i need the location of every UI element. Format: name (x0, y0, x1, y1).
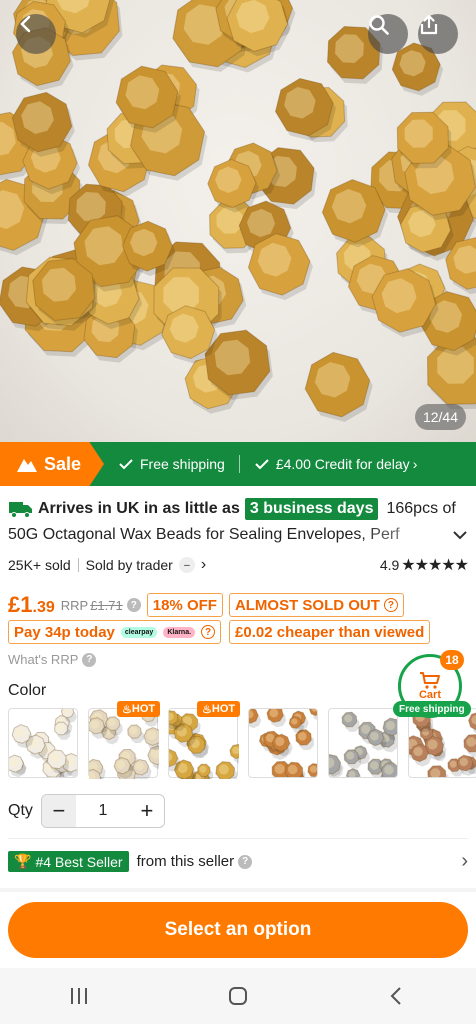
swatch-beads-image (83, 707, 170, 792)
flame-icon: ♨ (122, 703, 132, 716)
swatch-beads-image (249, 709, 317, 777)
back-button[interactable] (16, 14, 56, 54)
color-swatch-pearl[interactable]: ♨ HOT (83, 701, 170, 792)
rating[interactable]: 4.9 ★★★★★ (379, 555, 469, 575)
title-text: 166pcs of (386, 500, 456, 517)
increase-button[interactable]: + (130, 795, 164, 827)
check-icon (119, 459, 133, 470)
sold-count: 25K+ sold (8, 557, 71, 573)
color-swatch-copper[interactable] (248, 708, 318, 778)
divider (238, 455, 240, 473)
star-icons: ★★★★★ (401, 557, 469, 574)
discount-badge: 18% OFF (146, 593, 223, 617)
info-icon: ? (82, 652, 97, 667)
pay-later-badge[interactable]: Pay 34p today clearpay Klarna. ? (8, 620, 222, 644)
decrease-button[interactable]: − (41, 795, 76, 827)
cart-icon (420, 672, 440, 689)
trophy-icon: 🏆 (14, 853, 32, 869)
cart-free-shipping-badge: Free shipping (393, 701, 471, 717)
chevron-down-icon[interactable] (452, 529, 468, 541)
product-image[interactable]: 12/44 (0, 0, 476, 442)
price-row: £1.39 RRP £1.71 ? 18% OFF ALMOST SOLD OUT… (8, 592, 468, 618)
quantity-stepper[interactable]: − 1 + (40, 794, 165, 828)
image-counter: 12/44 (414, 404, 466, 430)
klarna-logo: Klarna. (163, 626, 196, 638)
chevron-right-icon: › (412, 456, 418, 472)
info-icon: ? (383, 598, 398, 612)
swatch-beads-image (9, 709, 77, 777)
seller-avatar: – (178, 557, 195, 573)
credit-text: £4.00 Credit for delay (275, 456, 410, 472)
free-shipping-text: Free shipping (140, 456, 225, 472)
whats-rrp-link[interactable]: What's RRP ? (8, 652, 468, 667)
quantity-value[interactable]: 1 (76, 802, 130, 820)
chevron-right-icon: › (461, 850, 468, 872)
product-meta: 25K+ sold Sold by trader – › 4.9 ★★★★★ (8, 555, 469, 575)
flame-icon: ♨ (202, 703, 212, 716)
sale-tag: Sale (0, 442, 104, 486)
sale-mountain-icon (17, 459, 37, 472)
delivery-truck-icon (9, 502, 32, 518)
info-icon[interactable]: ? (126, 598, 141, 612)
credit-info[interactable]: £4.00 Credit for delay › (254, 456, 418, 472)
color-swatch-silver[interactable] (328, 708, 398, 778)
color-swatch-white[interactable] (8, 708, 78, 778)
hot-badge: ♨ HOT (197, 701, 241, 717)
search-button[interactable] (368, 14, 408, 54)
sale-label: Sale (44, 453, 82, 474)
wax-beads-photo (0, 0, 476, 422)
rrp: RRP £1.71 (60, 597, 123, 613)
home-icon[interactable] (227, 985, 249, 1007)
quantity-row: Qty − 1 + (8, 794, 468, 828)
divider (8, 838, 468, 839)
arrival-prefix: Arrives in UK in as little as (38, 500, 240, 517)
arrival-days-badge: 3 business days (244, 498, 379, 520)
cheaper-badge: £0.02 cheaper than viewed (229, 620, 431, 644)
divider (77, 558, 79, 572)
stock-badge[interactable]: ALMOST SOLD OUT? (228, 593, 404, 617)
sale-bar[interactable]: Sale Free shipping £4.00 Credit for dela… (0, 442, 476, 486)
seller-link[interactable]: Sold by trader – › (85, 556, 207, 574)
swatch-beads-image (409, 709, 476, 777)
free-shipping-info: Free shipping (118, 456, 225, 472)
swatch-beads-image (329, 711, 397, 777)
rating-value: 4.9 (379, 557, 400, 573)
chevron-left-icon (20, 15, 31, 33)
price: £1.39 (8, 592, 55, 617)
search-icon (369, 15, 389, 35)
section-separator (0, 888, 476, 892)
info-icon: ? (201, 625, 216, 639)
cart-count-badge: 18 (440, 650, 464, 670)
product-page: 12/44 Sale Free shipping £4.00 Credit fo… (0, 0, 476, 1024)
color-swatches: ♨ HOT ♨ HOT (8, 701, 476, 793)
color-swatch-rose-gold[interactable] (408, 708, 476, 778)
share-button[interactable] (418, 14, 458, 54)
product-title-line2[interactable]: 50G Octagonal Wax Beads for Sealing Enve… (8, 526, 468, 544)
hot-badge: ♨ HOT (117, 701, 161, 717)
seller-name: Sold by trader (85, 557, 173, 573)
cart-label: Cart (418, 689, 441, 701)
best-seller-row[interactable]: 🏆 #4 Best Seller from this seller ? › (8, 850, 468, 873)
clearpay-logo: clearpay (120, 626, 158, 638)
select-option-button[interactable]: Select an option (8, 902, 468, 958)
qty-label: Qty (8, 802, 33, 819)
recent-apps-icon[interactable] (68, 986, 90, 1006)
color-swatch-gold[interactable]: ♨ HOT (159, 701, 247, 793)
chevron-right-icon: › (200, 556, 207, 573)
best-seller-badge: 🏆 #4 Best Seller (8, 851, 129, 872)
payment-row[interactable]: Pay 34p today clearpay Klarna. ? £0.02 c… (8, 620, 468, 644)
share-icon (420, 14, 438, 35)
product-title-line1[interactable]: Arrives in UK in as little as 3 business… (8, 498, 468, 520)
check-icon (255, 459, 269, 470)
back-nav-icon[interactable] (386, 985, 408, 1007)
title-text-line2: 50G Octagonal Wax Beads for Sealing Enve… (8, 526, 446, 544)
info-icon: ? (238, 854, 253, 869)
best-seller-text: from this seller (136, 853, 235, 870)
swatch-beads-image (159, 710, 247, 793)
system-nav-bar (0, 968, 476, 1024)
